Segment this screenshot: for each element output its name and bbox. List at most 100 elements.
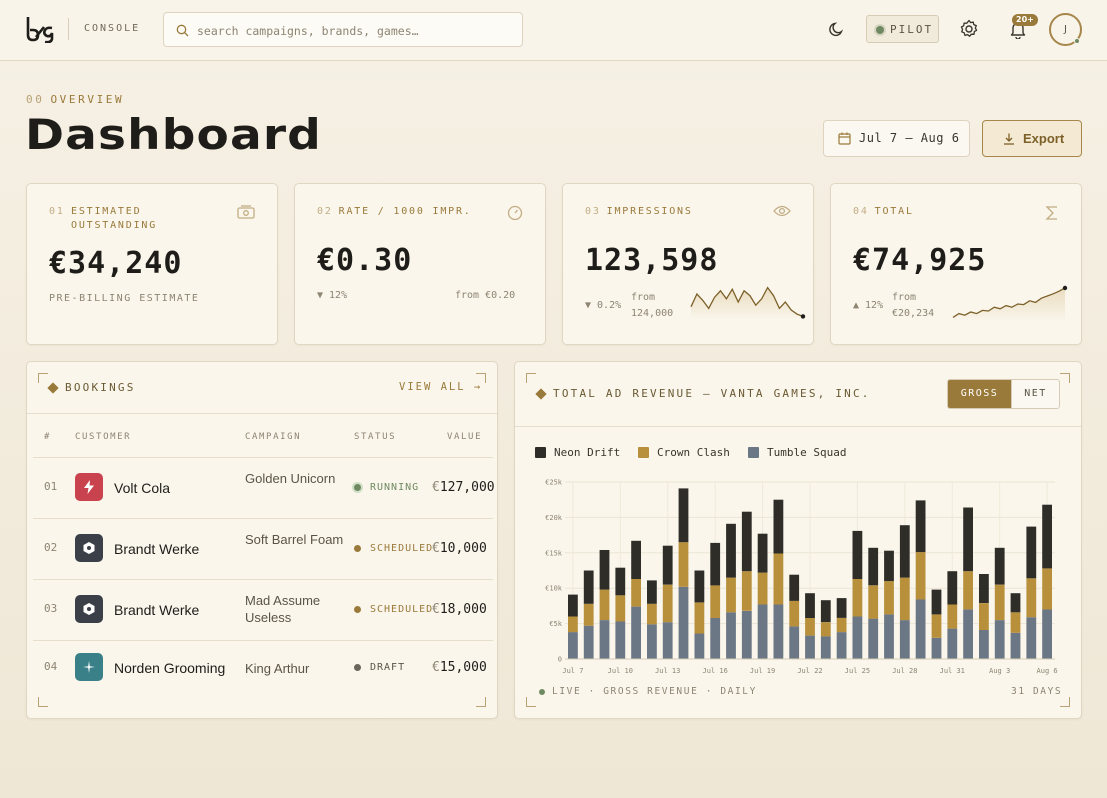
eye-icon: [773, 205, 791, 217]
status-dot: [354, 606, 361, 613]
row-index: 01: [44, 480, 58, 493]
bar-segment: [805, 593, 815, 618]
kpi-label: ESTIMATED OUTSTANDING: [71, 206, 158, 231]
bar-segment: [615, 567, 626, 596]
bar-segment: [710, 542, 721, 586]
moon-icon: [828, 21, 843, 36]
bar-segment: [615, 595, 626, 622]
kpi-trend: ▲ 12%: [853, 300, 884, 311]
sparkline-end-dot: [1062, 285, 1068, 291]
column-header: #: [44, 432, 52, 442]
kpi-card-impressions[interactable]: 03 IMPRESSIONS 123,598 ▼ 0.2% from 124,000: [562, 183, 814, 345]
search-box[interactable]: [163, 12, 523, 47]
page-title: Dashboard: [25, 110, 322, 159]
bar-segment: [931, 589, 942, 615]
bar-segment: [615, 621, 626, 659]
y-tick-label: 0: [558, 656, 562, 664]
status-dot: [354, 664, 361, 671]
bar-segment: [915, 552, 926, 600]
export-button[interactable]: Export: [982, 120, 1082, 157]
diamond-icon: [535, 388, 547, 400]
column-header[interactable]: STATUS: [354, 432, 396, 442]
campaign-name: Golden Unicorn: [245, 471, 336, 486]
bar-segment: [899, 525, 910, 578]
table-row[interactable]: 02 Brandt Werke Soft Barrel Foam SCHEDUL…: [33, 519, 493, 579]
search-icon: [176, 24, 189, 37]
kpi-label: 02 RATE / 1000 IMPR.: [317, 206, 472, 217]
search-input[interactable]: [197, 21, 507, 40]
y-tick-label: €25k: [545, 479, 563, 487]
bar-segment: [820, 600, 831, 623]
bar-segment: [868, 547, 879, 586]
bar-segment: [884, 550, 894, 582]
bar-segment: [868, 585, 879, 619]
date-range-button[interactable]: Jul 7 — Aug 6: [823, 120, 970, 157]
legend-label[interactable]: Crown Clash: [657, 446, 730, 459]
mode-label: PILOT: [890, 23, 934, 36]
gear-icon: [960, 19, 978, 37]
bar-segment: [1026, 617, 1037, 659]
bar-segment: [568, 594, 578, 617]
live-label: LIVE · GROSS REVENUE · DAILY: [552, 686, 757, 697]
kpi-value: €74,925: [853, 243, 987, 278]
bar-segment: [631, 579, 641, 607]
hexagon-icon: [83, 542, 95, 554]
booking-value: €10,000: [432, 541, 487, 556]
bar-segment: [931, 637, 942, 659]
bar-segment: [741, 511, 752, 572]
brand-logo[interactable]: [25, 15, 55, 43]
column-header[interactable]: VALUE: [447, 432, 482, 442]
legend-swatch: [535, 447, 546, 458]
corner-mark: [38, 373, 48, 383]
kpi-value: €34,240: [49, 246, 183, 281]
logo-divider: [68, 18, 69, 40]
x-tick-label: Jul 31: [940, 667, 965, 675]
overview-eyebrow: 00 OVERVIEW: [26, 93, 124, 106]
gross-toggle-option[interactable]: GROSS: [948, 380, 1011, 408]
bar-segment: [773, 604, 784, 659]
bar-segment: [852, 579, 863, 617]
legend-label[interactable]: Tumble Squad: [767, 446, 846, 459]
y-tick-label: €5k: [549, 620, 562, 628]
bar-segment: [1042, 568, 1052, 610]
table-row[interactable]: 03 Brandt Werke Mad Assume Useless SCHED…: [33, 580, 493, 640]
calendar-icon: [838, 132, 851, 145]
view-all-link[interactable]: VIEW ALL →: [399, 381, 482, 393]
corner-mark: [526, 697, 536, 707]
bar-segment: [678, 488, 689, 543]
table-row[interactable]: 01 Volt Cola Golden Unicorn RUNNING €127…: [33, 458, 495, 518]
column-header[interactable]: CUSTOMER: [75, 432, 131, 442]
booking-value: €18,000: [432, 602, 487, 617]
bar-segment: [568, 616, 578, 633]
settings-button[interactable]: [957, 17, 981, 41]
bar-segment: [884, 581, 894, 615]
net-toggle-option[interactable]: NET: [1011, 380, 1059, 408]
bar-segment: [678, 586, 689, 659]
kpi-trend: ▼ 12%: [317, 290, 348, 301]
y-tick-label: €15k: [545, 549, 563, 557]
kpi-card-rate[interactable]: 02 RATE / 1000 IMPR. €0.30 ▼ 12% from €0.…: [294, 183, 546, 345]
money-icon: [237, 205, 255, 219]
bar-segment: [947, 604, 958, 629]
booking-value: €127,000: [432, 480, 495, 495]
legend-swatch: [748, 447, 759, 458]
x-tick-label: Jul 13: [655, 667, 680, 675]
bar-segment: [599, 620, 610, 659]
bar-segment: [899, 620, 910, 659]
bar-segment: [836, 598, 847, 618]
mode-badge[interactable]: PILOT: [866, 15, 939, 43]
legend-label[interactable]: Neon Drift: [554, 446, 620, 459]
column-header[interactable]: CAMPAIGN: [245, 432, 301, 442]
kpi-note: PRE-BILLING ESTIMATE: [49, 293, 200, 304]
gauge-icon: [507, 205, 523, 221]
top-bar: CONSOLE PILOT 20+ J: [0, 0, 1107, 61]
x-tick-label: Jul 22: [797, 667, 822, 675]
theme-toggle-button[interactable]: [824, 17, 848, 41]
table-row[interactable]: 04 Norden Grooming King Arthur DRAFT €15…: [33, 641, 493, 701]
bookings-title: BOOKINGS: [65, 381, 136, 394]
kpi-card-outstanding[interactable]: 01 ESTIMATED OUTSTANDING €34,240 PRE-BIL…: [26, 183, 278, 345]
header-divider: [515, 426, 1081, 427]
kpi-card-total[interactable]: 04 TOTAL €74,925 ▲ 12% from €20,234: [830, 183, 1082, 345]
gross-net-toggle[interactable]: GROSS NET: [947, 379, 1060, 409]
brand-avatar: [75, 473, 103, 501]
